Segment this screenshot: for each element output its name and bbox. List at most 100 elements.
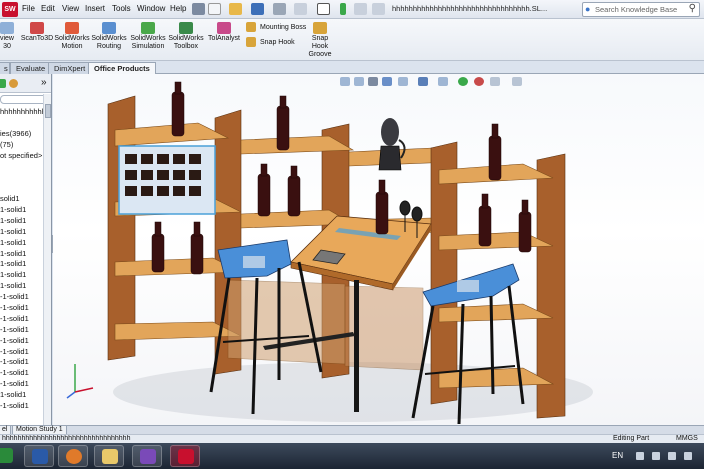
print-icon[interactable] (273, 3, 286, 15)
feature-tree-item[interactable]: -1-solid1 (0, 368, 44, 379)
open-folder-icon[interactable] (229, 3, 242, 15)
menu-file[interactable]: File (22, 4, 35, 13)
feature-tree-item[interactable]: 1-solid1 (0, 259, 44, 270)
search-knowledge-base-input[interactable]: ● Search Knowledge Base ⚲ (582, 2, 700, 17)
feature-tree-item[interactable]: -1-solid1 (0, 357, 44, 368)
feature-tree-item[interactable]: 1-solid1 (0, 216, 44, 227)
search-scope-icon[interactable]: ● (585, 4, 590, 14)
feature-tree-item[interactable]: 1-solid1 (0, 390, 44, 401)
simulation-label-1: SolidWorks (130, 35, 166, 42)
routing-icon (102, 22, 116, 34)
wine-glass (399, 200, 411, 216)
property-manager-icon[interactable] (0, 79, 6, 88)
mounting-boss-button[interactable]: Mounting Boss (246, 22, 306, 32)
task-file-explorer[interactable] (94, 445, 124, 467)
menu-view[interactable]: View (62, 4, 79, 13)
tray-power-icon[interactable] (684, 452, 692, 460)
tab-evaluate[interactable]: Evaluate (10, 62, 52, 74)
wine-bottle (518, 211, 532, 253)
feature-tree-item[interactable]: hhhhhhhhhhhhhhhhh (0, 107, 51, 118)
tolanalyst-button[interactable]: TolAnalyst (205, 22, 243, 43)
tray-network-icon[interactable] (652, 452, 660, 460)
feature-tree-item[interactable]: 1-solid1 (0, 205, 44, 216)
snap-hook-button[interactable]: Snap Hook (246, 37, 295, 47)
solidworks-simulation-button[interactable]: SolidWorks Simulation (129, 22, 167, 51)
tab-sketch[interactable]: s (0, 62, 10, 74)
new-document-icon[interactable] (208, 3, 221, 15)
simulation-label-2: Simulation (131, 43, 165, 50)
snap-hook-icon (246, 37, 256, 47)
feature-tree-item[interactable]: 1-solid1 (0, 270, 44, 281)
solidworks-logo[interactable]: SW (2, 2, 18, 17)
search-icon[interactable]: ⚲ (689, 3, 696, 14)
tray-volume-icon[interactable] (668, 452, 676, 460)
scanto3d-button[interactable]: ScanTo3D (20, 22, 54, 43)
feature-tree-item[interactable]: 1-solid1 (0, 281, 44, 292)
rebuild-icon[interactable] (340, 3, 346, 15)
solidworks-motion-button[interactable]: SolidWorks Motion (54, 22, 90, 51)
visual-studio-icon (140, 449, 156, 464)
task-visual-studio[interactable] (132, 445, 162, 467)
task-firefox[interactable] (58, 445, 88, 467)
feature-tree-item[interactable] (0, 161, 44, 172)
feature-tree-item[interactable] (0, 183, 44, 194)
tray-flag-icon[interactable] (636, 452, 644, 460)
pin-icon[interactable] (192, 3, 205, 15)
toolbox-icon (179, 22, 193, 34)
coordinate-triad (66, 364, 94, 399)
wine-bottle (375, 191, 389, 235)
feature-tree-item[interactable]: -1-solid1 (0, 314, 44, 325)
feature-tree-item[interactable]: solid1 (0, 194, 44, 205)
solidworks-routing-button[interactable]: SolidWorks Routing (91, 22, 127, 51)
menu-insert[interactable]: Insert (85, 4, 105, 13)
bottle-neck (154, 221, 162, 237)
feature-tree-item[interactable]: -1-solid1 (0, 347, 44, 358)
feature-tree-item[interactable]: -1-solid1 (0, 401, 44, 412)
snap-hook-groove-button[interactable]: Snap Hook Groove (304, 22, 336, 59)
task-windows-explorer[interactable] (0, 445, 20, 467)
menu-edit[interactable]: Edit (41, 4, 55, 13)
options-icon[interactable] (354, 3, 367, 15)
undo-icon[interactable] (294, 3, 307, 15)
menu-bar: SW File Edit View Insert Tools Window He… (0, 0, 704, 19)
feature-tree-item[interactable] (0, 172, 44, 183)
scanto3d-label: ScanTo3D (20, 35, 54, 42)
feature-tree-item[interactable]: -1-solid1 (0, 303, 44, 314)
wine-bar-model[interactable] (53, 74, 704, 425)
graphics-area[interactable] (53, 74, 704, 425)
select-arrow-icon[interactable] (317, 3, 330, 15)
display-manager-icon[interactable] (9, 79, 18, 88)
language-indicator[interactable]: EN (612, 451, 623, 460)
feature-tree-item[interactable]: ies(3966) (0, 129, 44, 140)
feature-tree-item[interactable]: 1-solid1 (0, 227, 44, 238)
status-units[interactable]: MMGS (676, 435, 698, 443)
feature-tree-item[interactable]: 1-solid1 (0, 238, 44, 249)
routing-label-1: SolidWorks (91, 35, 127, 42)
menu-help[interactable]: Help (170, 4, 186, 13)
feature-tree-scrollbar[interactable] (43, 94, 51, 425)
task-solidworks[interactable] (170, 445, 200, 467)
tab-dimxpert[interactable]: DimXpert (48, 62, 92, 74)
view-3d-button[interactable]: view 30 (0, 22, 22, 51)
solidworks-toolbox-button[interactable]: SolidWorks Toolbox (168, 22, 204, 51)
feature-tree-item[interactable]: -1-solid1 (0, 325, 44, 336)
feature-tree-item[interactable]: 1-solid1 (0, 249, 44, 260)
task-powershell[interactable] (24, 445, 54, 467)
customize-icon[interactable] (372, 3, 385, 15)
stool-label (457, 280, 479, 292)
decanter-body (378, 145, 402, 171)
feature-tree-item[interactable]: ot specified> (0, 151, 44, 162)
feature-tree-item[interactable]: (75) (0, 140, 44, 151)
menu-window[interactable]: Window (137, 4, 165, 13)
feature-tree-item[interactable]: -1-solid1 (0, 379, 44, 390)
feature-tree-item[interactable]: -1-solid1 (0, 292, 44, 303)
bottle-neck (174, 81, 182, 95)
rack-bottle (125, 170, 137, 180)
expand-chevron-icon[interactable]: » (41, 77, 47, 88)
feature-tree-item[interactable] (0, 118, 44, 129)
command-manager-ribbon: view 30 ScanTo3D SolidWorks Motion Solid… (0, 19, 704, 61)
scrollbar-thumb[interactable] (45, 104, 51, 118)
save-icon[interactable] (251, 3, 264, 15)
feature-tree-item[interactable]: -1-solid1 (0, 336, 44, 347)
menu-tools[interactable]: Tools (112, 4, 131, 13)
